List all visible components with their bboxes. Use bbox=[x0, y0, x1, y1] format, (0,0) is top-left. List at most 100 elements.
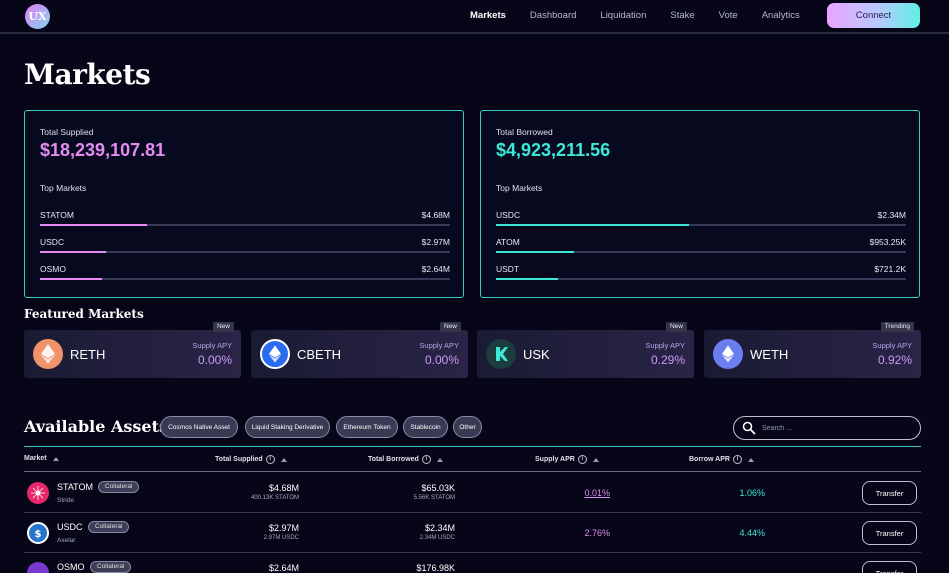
total-supplied-value: $18,239,107.81 bbox=[40, 140, 166, 160]
market-share-bar bbox=[496, 278, 906, 280]
transfer-button[interactable]: Transfer bbox=[862, 481, 917, 505]
info-icon[interactable]: i bbox=[265, 455, 275, 464]
column-total-supplied[interactable]: Total Supplied i bbox=[215, 455, 287, 464]
supply-apy-label: Supply APY bbox=[645, 341, 685, 350]
column-total-borrowed[interactable]: Total Borrowed i bbox=[368, 455, 443, 464]
total-supplied-label: Total Supplied bbox=[40, 127, 94, 137]
connect-button[interactable]: Connect bbox=[827, 3, 920, 28]
nav-link-analytics[interactable]: Analytics bbox=[762, 10, 800, 21]
supply-apy-value: 0.92% bbox=[877, 353, 912, 367]
supply-apy-label: Supply APY bbox=[872, 341, 912, 350]
search-input[interactable] bbox=[762, 422, 912, 435]
market-name: USDC bbox=[40, 237, 65, 247]
column-label: Total Borrowed bbox=[368, 456, 419, 463]
top-market-row: STATOM $4.68M bbox=[40, 210, 450, 230]
column-borrow-apr[interactable]: Borrow APR i bbox=[689, 455, 754, 464]
market-name: STATOM bbox=[40, 210, 74, 220]
filter-liquid-staking[interactable]: Liquid Staking Derivative bbox=[245, 416, 330, 438]
collateral-badge: Collateral bbox=[98, 481, 140, 493]
market-share-bar bbox=[496, 251, 906, 253]
table-row[interactable]: STATOM Collateral Stride $4.68M 400.13K … bbox=[24, 473, 921, 513]
nav-link-liquidation[interactable]: Liquidation bbox=[600, 10, 646, 21]
asset-symbol: USDC bbox=[57, 522, 83, 532]
top-nav: UX Markets Dashboard Liquidation Stake V… bbox=[0, 0, 949, 34]
filter-ethereum-token[interactable]: Ethereum Token bbox=[336, 416, 398, 438]
sort-icon bbox=[592, 457, 599, 462]
supply-apy-value: 0.00% bbox=[424, 353, 459, 367]
usk-icon bbox=[486, 339, 516, 369]
osmo-icon bbox=[27, 562, 49, 573]
featured-card-cbeth[interactable]: CBETH Supply APY 0.00% New bbox=[251, 322, 468, 378]
transfer-button[interactable]: Transfer bbox=[862, 521, 917, 545]
top-market-row: USDC $2.34M bbox=[496, 210, 906, 230]
filter-cosmos-native[interactable]: Cosmos Native Asset bbox=[160, 416, 238, 438]
nav-links: Markets Dashboard Liquidation Stake Vote… bbox=[470, 10, 824, 21]
table-top-divider bbox=[24, 446, 921, 447]
borrow-apr-value: 1.06% bbox=[739, 488, 765, 498]
market-name: OSMO bbox=[40, 264, 66, 274]
column-market[interactable]: Market bbox=[24, 455, 59, 462]
svg-text:$: $ bbox=[35, 529, 42, 539]
top-market-row: OSMO $2.64M bbox=[40, 264, 450, 284]
filter-stablecoin[interactable]: Stablecoin bbox=[403, 416, 448, 438]
search-icon bbox=[742, 421, 756, 435]
sort-icon bbox=[280, 457, 287, 462]
featured-card-weth[interactable]: WETH Supply APY 0.92% Trending bbox=[704, 322, 921, 378]
total-borrowed-value: $2.34M bbox=[424, 523, 455, 533]
total-borrowed-card: Total Borrowed $4,923,211.56 Top Markets… bbox=[480, 110, 920, 298]
top-markets-label: Top Markets bbox=[40, 183, 87, 193]
market-share-bar bbox=[40, 251, 450, 253]
supply-apy-label: Supply APY bbox=[419, 341, 459, 350]
page-title: Markets bbox=[24, 58, 151, 91]
market-value: $721.2K bbox=[874, 264, 906, 274]
featured-markets-title: Featured Markets bbox=[24, 307, 144, 321]
supply-apr-value[interactable]: 0.01% bbox=[584, 488, 610, 498]
featured-card-usk[interactable]: USK Supply APY 0.29% New bbox=[477, 322, 694, 378]
total-supplied-amount: 2.97M USDC bbox=[263, 535, 299, 541]
asset-chain: Stride bbox=[57, 497, 74, 504]
market-name: ATOM bbox=[496, 237, 520, 247]
transfer-button[interactable]: Transfer bbox=[862, 561, 917, 573]
asset-chain: Axelar bbox=[57, 537, 76, 544]
market-name: USDC bbox=[496, 210, 521, 220]
table-row[interactable]: $ USDC Collateral Axelar $2.97M 2.97M US… bbox=[24, 513, 921, 553]
supply-apy-value: 0.00% bbox=[197, 353, 232, 367]
market-share-bar bbox=[40, 224, 450, 226]
market-name: USDT bbox=[496, 264, 520, 274]
header-divider bbox=[24, 471, 921, 472]
featured-name: WETH bbox=[750, 347, 789, 362]
nav-link-dashboard[interactable]: Dashboard bbox=[530, 10, 576, 21]
info-icon[interactable]: i bbox=[577, 455, 587, 464]
weth-icon bbox=[713, 339, 743, 369]
info-icon[interactable]: i bbox=[732, 455, 742, 464]
sort-icon bbox=[747, 457, 754, 462]
borrow-apr-value: 4.44% bbox=[739, 528, 765, 538]
asset-symbol: STATOM bbox=[57, 482, 93, 492]
total-supplied-value: $4.68M bbox=[268, 483, 299, 493]
featured-name: RETH bbox=[70, 347, 106, 362]
featured-name: USK bbox=[523, 347, 550, 362]
total-supplied-value: $2.64M bbox=[268, 563, 299, 573]
filter-other[interactable]: Other bbox=[453, 416, 482, 438]
table-row[interactable]: OSMO Collateral $2.64M $176.98K Transfer bbox=[24, 553, 921, 573]
collateral-badge: Collateral bbox=[88, 521, 130, 533]
info-icon[interactable]: i bbox=[421, 455, 431, 464]
reth-icon bbox=[33, 339, 63, 369]
collateral-badge: Collateral bbox=[90, 561, 132, 573]
column-label: Borrow APR bbox=[689, 456, 730, 463]
market-share-bar bbox=[496, 224, 906, 226]
nav-link-markets[interactable]: Markets bbox=[470, 10, 506, 21]
new-tag: New bbox=[212, 322, 234, 332]
featured-card-reth[interactable]: RETH Supply APY 0.00% New bbox=[24, 322, 241, 378]
column-label: Market bbox=[24, 455, 47, 462]
asset-symbol: OSMO bbox=[57, 562, 85, 572]
featured-name: CBETH bbox=[297, 347, 342, 362]
column-supply-apr[interactable]: Supply APR i bbox=[535, 455, 599, 464]
supply-apr-value: 2.76% bbox=[584, 528, 610, 538]
total-borrowed-amount: 2.34M USDC bbox=[419, 535, 455, 541]
supply-apy-label: Supply APY bbox=[192, 341, 232, 350]
nav-link-vote[interactable]: Vote bbox=[719, 10, 738, 21]
nav-link-stake[interactable]: Stake bbox=[670, 10, 694, 21]
total-borrowed-value: $4,923,211.56 bbox=[496, 140, 611, 160]
ux-logo[interactable]: UX bbox=[25, 4, 50, 29]
